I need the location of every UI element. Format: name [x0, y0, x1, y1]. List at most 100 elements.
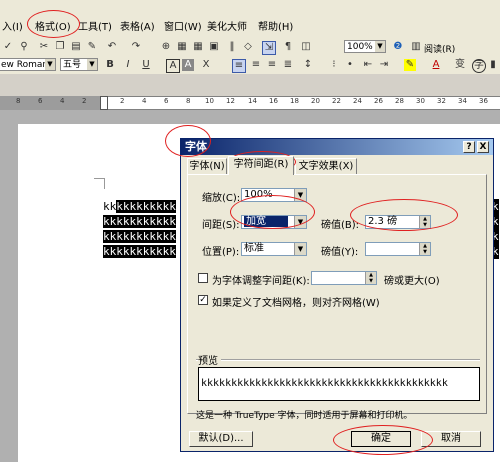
close-button[interactable]: X	[477, 141, 489, 153]
menu-table[interactable]: 表格(A)	[120, 18, 155, 33]
chevron-down-icon[interactable]: ▼	[294, 243, 306, 255]
tab-text-effects[interactable]: 文字效果(X)	[295, 158, 357, 174]
hyperlink-icon[interactable]: ⊕	[160, 41, 172, 53]
document-map-icon[interactable]: ⇲	[262, 41, 276, 55]
scale-select[interactable]: 100% ▼	[241, 188, 307, 202]
increase-indent-icon[interactable]: ⇥	[378, 59, 390, 71]
insert-table-icon[interactable]: ▦	[192, 41, 204, 53]
scale-value: 100%	[244, 189, 273, 200]
drawing-icon[interactable]: ◇	[242, 41, 254, 53]
document-line[interactable]: kkkkkkkkkkk	[103, 199, 176, 214]
document-line[interactable]: kkkkkkkkkkk	[103, 229, 176, 244]
spinner[interactable]: ▲ ▼	[365, 272, 376, 284]
font-color-icon[interactable]: A	[430, 59, 442, 71]
help-button[interactable]: ?	[463, 141, 475, 153]
zoom-picture-icon[interactable]: ◫	[300, 41, 312, 53]
ruler-tick: 24	[353, 97, 362, 105]
ruler-tick: 34	[458, 97, 467, 105]
char-border-icon[interactable]: A	[166, 59, 180, 73]
dialog-title-bar[interactable]: 字体 ? X	[181, 139, 493, 155]
paste-icon[interactable]: ▤	[70, 41, 82, 53]
spacing-by-label: 磅值(B):	[321, 220, 360, 231]
ruler-tick: 10	[205, 97, 214, 105]
zoom-combo[interactable]: 100% ▼	[344, 40, 386, 53]
line-spacing-icon[interactable]: ↕	[302, 59, 314, 71]
show-hide-icon[interactable]: ¶	[282, 41, 294, 53]
read-button[interactable]: 阅读(R)	[424, 42, 455, 55]
align-right-icon[interactable]: ≡	[266, 59, 278, 71]
italic-icon[interactable]: I	[122, 59, 134, 71]
bold-icon[interactable]: B	[104, 59, 116, 71]
menu-beautify[interactable]: 美化大师	[207, 18, 247, 33]
menu-window[interactable]: 窗口(W)	[164, 18, 202, 33]
chevron-down-icon[interactable]: ▼	[87, 59, 97, 70]
research-icon[interactable]: ⚲	[18, 41, 30, 53]
document-line-selected: kkkkkkkkkkk	[103, 245, 176, 258]
spacing-value: 加宽	[244, 216, 288, 227]
kerning-input[interactable]: ▲ ▼	[311, 271, 377, 285]
align-center-icon[interactable]: ≡	[250, 59, 262, 71]
chevron-down-icon[interactable]: ▼	[294, 216, 306, 228]
spacing-select[interactable]: 加宽 ▼	[241, 215, 307, 229]
font-size-combo[interactable]: 五号 ▼	[60, 58, 98, 71]
spin-down-icon[interactable]: ▼	[420, 249, 430, 255]
insert-excel-icon[interactable]: ▣	[208, 41, 220, 53]
char-shading-icon[interactable]: A	[182, 59, 194, 71]
indent-marker[interactable]	[100, 96, 108, 110]
decrease-indent-icon[interactable]: ⇤	[362, 59, 374, 71]
spinner[interactable]: ▲ ▼	[419, 243, 430, 255]
ruler-tick: 6	[38, 97, 43, 105]
read-icon[interactable]: ▥	[410, 41, 422, 53]
document-line[interactable]: kkkkkkkkkkk	[103, 214, 176, 229]
font-size-value: 五号	[63, 60, 82, 70]
cancel-button[interactable]: 取消	[421, 431, 481, 447]
cut-icon[interactable]: ✂	[38, 41, 50, 53]
chevron-down-icon[interactable]: ▼	[294, 189, 306, 201]
copy-icon[interactable]: ❐	[54, 41, 66, 53]
columns-icon[interactable]: ‖	[226, 41, 238, 53]
underline-icon[interactable]: U	[140, 59, 152, 71]
grid-checkbox[interactable]: ✓	[198, 295, 208, 305]
phonetic-guide-icon[interactable]: 变	[454, 59, 466, 71]
spinner[interactable]: ▲ ▼	[419, 216, 430, 228]
spacing-by-input[interactable]: 2.3 磅 ▲ ▼	[365, 215, 431, 229]
ruler-tick: 26	[374, 97, 383, 105]
scale-label: 缩放(C):	[202, 193, 241, 204]
help-icon[interactable]: ❷	[392, 41, 404, 53]
enclose-char-icon[interactable]: 字	[472, 59, 486, 73]
menu-format[interactable]: 格式(O)	[35, 18, 71, 33]
spin-down-icon[interactable]: ▼	[366, 278, 376, 284]
justify-icon[interactable]: ≣	[282, 59, 294, 71]
redo-icon[interactable]: ↷	[130, 41, 142, 53]
bullets-icon[interactable]: •	[344, 59, 356, 71]
ok-button[interactable]: 确定	[351, 431, 411, 447]
ruler-tick: 20	[311, 97, 320, 105]
undo-icon[interactable]: ↶	[106, 41, 118, 53]
highlight-icon[interactable]: ✎	[404, 59, 416, 71]
position-select[interactable]: 标准 ▼	[241, 242, 307, 256]
char-scale-icon[interactable]: X	[200, 59, 212, 71]
menu-tools[interactable]: 工具(T)	[78, 18, 112, 33]
align-left-icon[interactable]: ≡	[232, 59, 246, 73]
tab-character-spacing[interactable]: 字符间距(R)	[228, 156, 294, 175]
document-line[interactable]: kkkkkkkkkkk	[103, 244, 176, 259]
kerning-label: 为字体调整字间距(K):	[212, 276, 310, 287]
chevron-down-icon[interactable]: ▼	[45, 59, 55, 70]
spell-check-icon[interactable]: ✓	[2, 41, 14, 53]
ruler-tick: 6	[164, 97, 169, 105]
numbering-icon[interactable]: ⁝	[328, 59, 340, 71]
font-name-combo[interactable]: ew Roman ▼	[0, 58, 56, 71]
tab-font[interactable]: 字体(N)	[187, 158, 227, 174]
default-button[interactable]: 默认(D)...	[189, 431, 253, 447]
spin-down-icon[interactable]: ▼	[420, 222, 430, 228]
ruler-tick: 4	[142, 97, 147, 105]
menu-help[interactable]: 帮助(H)	[258, 18, 293, 33]
ruler-tick: 8	[16, 97, 21, 105]
chevron-down-icon[interactable]: ▼	[375, 41, 385, 52]
format-painter-icon[interactable]: ✎	[86, 41, 98, 53]
position-by-input[interactable]: ▲ ▼	[365, 242, 431, 256]
kerning-checkbox[interactable]	[198, 273, 208, 283]
toolbar-options-icon[interactable]: ▮	[487, 59, 499, 71]
menu-insert[interactable]: 入(I)	[2, 18, 23, 33]
tables-borders-icon[interactable]: ▦	[176, 41, 188, 53]
